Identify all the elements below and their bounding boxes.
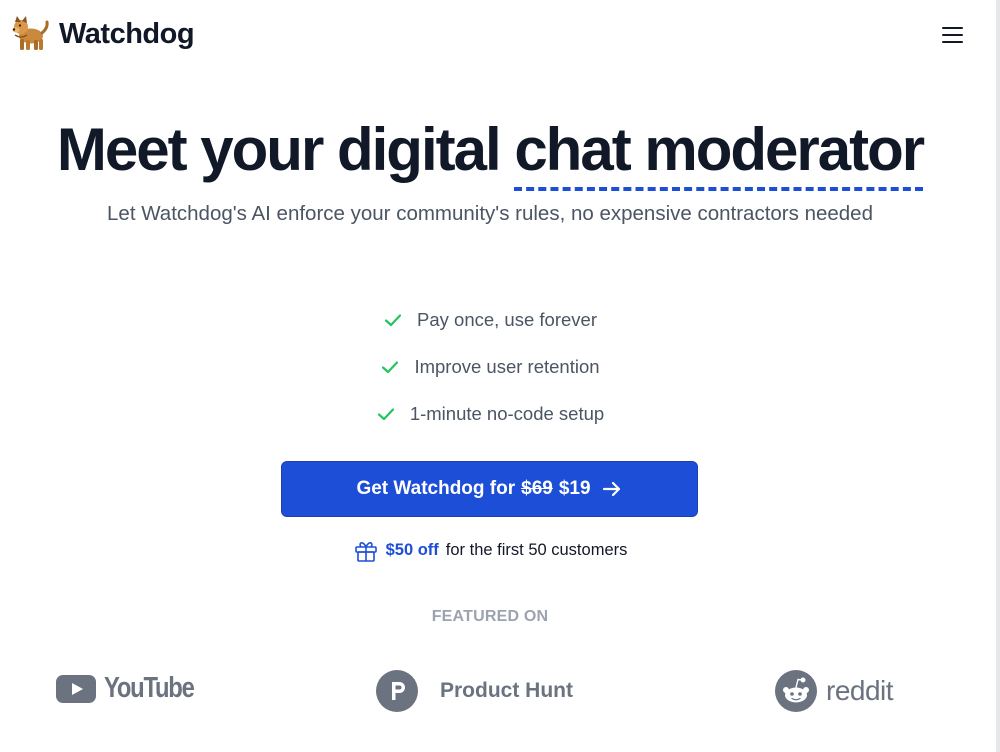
promo-line: $50 off for the first 50 customers (0, 537, 980, 563)
check-icon (384, 313, 402, 326)
promo-text: for the first 50 customers (445, 540, 628, 559)
hero-subtitle: Let Watchdog's AI enforce your community… (107, 202, 873, 225)
check-icon (382, 360, 399, 373)
youtube-logo[interactable]: YouTube (56, 672, 213, 705)
feature-list: Pay once, use forever Improve user reten… (0, 296, 980, 437)
feature-label: Pay once, use forever (417, 308, 597, 330)
reddit-icon (775, 670, 817, 712)
feature-label: Improve user retention (414, 355, 600, 377)
feature-item: 1-minute no-code setup (0, 390, 980, 437)
feature-item: Improve user retention (0, 343, 980, 390)
product-hunt-logo[interactable]: Product Hunt (376, 670, 573, 712)
youtube-wordmark: YouTube (104, 672, 195, 704)
featured-on-label: FEATURED ON (431, 608, 549, 625)
product-hunt-icon (376, 670, 418, 712)
brand-name: Watchdog (59, 17, 195, 50)
feature-label: 1-minute no-code setup (409, 402, 605, 424)
brand-link[interactable]: Watchdog (11, 14, 195, 54)
dog-icon (12, 16, 49, 50)
site-header: Watchdog (0, 0, 996, 76)
youtube-icon (56, 674, 96, 703)
hero-title-highlight: chat moderator (514, 114, 925, 191)
cta-new-price: $19 (558, 478, 591, 499)
get-watchdog-button[interactable]: Get Watchdog for $69 $19 (281, 461, 698, 517)
reddit-logo[interactable]: reddit (775, 670, 894, 712)
cta-label: Get Watchdog for (356, 478, 516, 499)
menu-line (941, 34, 963, 36)
hero-title-start: Meet your digital (56, 116, 515, 183)
product-hunt-wordmark: Product Hunt (440, 679, 573, 702)
promo-discount: $50 off (385, 540, 439, 559)
feature-item: Pay once, use forever (0, 296, 980, 343)
gift-icon (354, 542, 377, 562)
cta-old-price: $69 (521, 478, 553, 499)
hamburger-menu-icon[interactable] (937, 22, 967, 48)
scrollbar[interactable] (996, 0, 1000, 752)
reddit-wordmark: reddit (826, 675, 894, 706)
menu-line (941, 41, 963, 43)
hero-title: Meet your digital chat moderator (0, 114, 980, 191)
check-icon (377, 407, 394, 420)
menu-line (941, 27, 963, 29)
arrow-right-icon (602, 481, 620, 497)
